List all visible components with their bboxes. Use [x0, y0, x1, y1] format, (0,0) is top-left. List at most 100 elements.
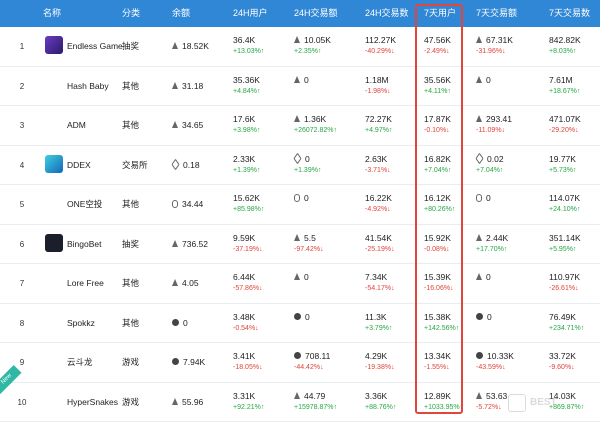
adm-logo[interactable] — [45, 115, 63, 133]
dapp-name-link[interactable]: HyperSnakes — [67, 383, 118, 422]
dapp-name-link[interactable]: BingoBet — [67, 225, 102, 264]
24h-users-change: +4.84%↑ — [233, 87, 261, 95]
col-header-name[interactable]: 名称 — [43, 0, 61, 27]
table-row[interactable]: 5 ONE空投 其他 34.44 15.62K +85.98%↑ 0 16.22K -4.92%… — [0, 185, 600, 225]
col-header-24h-users[interactable]: 24H用户 — [233, 0, 268, 27]
one-airdrop-logo[interactable] — [45, 194, 63, 212]
bingobet-logo[interactable] — [45, 233, 63, 252]
24h-users-value: 6.44K — [233, 272, 256, 282]
7d-volume-change: -5.72%↓ — [476, 403, 502, 411]
rank-number: 4 — [19, 160, 25, 170]
category-label: 游戏 — [122, 396, 140, 407]
dapp-name-link[interactable]: Hash Baby — [67, 67, 109, 106]
table-row[interactable]: 7 Lore Free 其他 4.05 6.44K -57.86%↓ 0 7.34K -54.1… — [0, 264, 600, 304]
dapp-ranking-table: 名称 分类 余额 24H用户 24H交易额 24H交易数 7天用户 7天交易额 … — [0, 0, 600, 422]
24h-users-value: 2.33K — [233, 153, 256, 164]
24h-tx-value: 4.29K — [365, 351, 388, 361]
eth-chain-icon — [172, 397, 178, 405]
7d-tx-change: -26.61%↓ — [549, 285, 579, 292]
hash-baby-logo[interactable] — [45, 75, 63, 94]
dapp-name-link[interactable]: Lore Free — [67, 264, 104, 303]
yundoulong-logo[interactable] — [45, 352, 63, 370]
eth-chain-icon — [172, 42, 178, 49]
balance-value: 0.18 — [171, 146, 200, 185]
table-row[interactable]: 4 DDEX 交易所 0.18 2.33K +1.39%↑ 0 +1.39%↑ 2.63K -3.… — [0, 145, 600, 185]
24h-tx-value: 16.22K — [365, 193, 392, 203]
24h-volume: 0 — [294, 67, 356, 106]
7d-users-value: 13.34K — [424, 351, 451, 361]
rank-number: 1 — [19, 42, 25, 51]
dapp-name-link[interactable]: 云斗龙 — [67, 343, 93, 382]
7d-tx: 110.97K -26.61%↓ — [549, 264, 600, 303]
24h-tx-value: 11.3K — [365, 311, 387, 322]
24h-users-change: -57.86%↓ — [233, 285, 263, 292]
dapp-name-link[interactable]: ADM — [67, 106, 86, 145]
eth-chain-icon — [294, 233, 300, 241]
col-header-24h-volume[interactable]: 24H交易额 — [294, 0, 338, 27]
col-header-24h-tx[interactable]: 24H交易数 — [365, 0, 409, 27]
7d-volume-value: 10.33K — [487, 351, 514, 361]
col-header-7d-tx[interactable]: 7天交易数 — [549, 0, 590, 27]
dapp-name-link[interactable]: Endless Game — [67, 27, 123, 66]
7d-volume: 0 — [476, 185, 538, 224]
24h-volume-value: 708.11 — [305, 351, 331, 361]
7d-users-change: -16.06%↓ — [424, 285, 454, 292]
7d-volume-change: -43.59%↓ — [476, 364, 506, 371]
rank-number: 7 — [19, 279, 25, 288]
col-header-7d-volume[interactable]: 7天交易额 — [476, 0, 517, 27]
tron-chain-icon — [171, 158, 180, 170]
table-row[interactable]: 2 Hash Baby 其他 31.18 35.36K +4.84%↑ 0 1.18M -1.9… — [0, 66, 600, 106]
7d-tx: 842.82K +8.03%↑ — [549, 27, 600, 66]
table-row[interactable]: 1 Endless Game 抽奖 18.52K 36.4K +13.03%↑ 10.05K… — [0, 27, 600, 67]
24h-users: 6.44K -57.86%↓ — [233, 264, 295, 303]
7d-tx-value: 33.72K — [549, 351, 576, 361]
eos-chain-icon — [172, 200, 178, 208]
24h-tx: 41.54K -25.19%↓ — [365, 225, 427, 264]
24h-users-change: +92.21%↑ — [233, 403, 265, 411]
dapp-name-link[interactable]: ONE空投 — [67, 185, 102, 224]
dapp-name-link[interactable]: Spokkz — [67, 304, 95, 343]
24h-tx-value: 1.18M — [365, 74, 389, 85]
dapp-name-link[interactable]: DDEX — [67, 146, 91, 185]
lore-free-logo[interactable] — [45, 273, 63, 291]
7d-volume-value: 0 — [487, 311, 492, 322]
7d-volume-value: 0 — [486, 74, 491, 85]
24h-volume-change: -44.42%↓ — [294, 364, 324, 371]
24h-users-change: -18.05%↓ — [233, 364, 263, 371]
rank-number: 10 — [17, 397, 27, 407]
7d-tx-change: +24.10%↑ — [549, 206, 581, 213]
7d-users-value: 16.12K — [424, 193, 451, 203]
eth-chain-icon — [294, 36, 300, 43]
24h-users-change: -0.54%↓ — [233, 324, 259, 332]
hypersnakes-logo[interactable] — [45, 391, 63, 410]
24h-tx: 1.18M -1.98%↓ — [365, 67, 427, 106]
7d-tx: 19.77K +5.73%↑ — [549, 146, 600, 185]
balance-amount: 34.65 — [182, 120, 204, 130]
7d-volume-change: -31.96%↓ — [476, 48, 506, 55]
7d-users-value: 15.92K — [424, 232, 451, 243]
col-header-category[interactable]: 分类 — [122, 0, 140, 27]
col-header-balance[interactable]: 余额 — [172, 0, 190, 27]
table-row[interactable]: 8 Spokkz 其他 0 3.48K -0.54%↓ 0 11.3K +3.79%↑ 15.38… — [0, 303, 600, 343]
table-row[interactable]: 3 ADM 其他 34.65 17.6K +3.98%↑ 1.36K +26072.82%↑ 7… — [0, 106, 600, 146]
ont-chain-icon — [294, 352, 301, 359]
ddex-logo[interactable] — [45, 154, 63, 173]
7d-tx: 33.72K -9.60%↓ — [549, 343, 600, 382]
table-row[interactable]: 9 云斗龙 游戏 7.94K 3.41K -18.05%↓ 708.11 -44.42%↓ 4.… — [0, 343, 600, 383]
table-row[interactable]: 6 BingoBet 抽奖 736.52 9.59K -37.19%↓ 5.5 -97.42%… — [0, 224, 600, 264]
7d-volume-value: 0.02 — [487, 153, 504, 164]
rank-number: 5 — [19, 200, 25, 209]
balance-value: 4.05 — [172, 264, 199, 303]
category-label: 游戏 — [122, 357, 140, 367]
7d-tx-change: -9.60%↓ — [549, 364, 575, 371]
col-header-7d-users[interactable]: 7天用户 — [424, 0, 456, 27]
endless-game-logo[interactable] — [45, 36, 63, 54]
ont-chain-icon — [172, 318, 179, 326]
spokkz-logo[interactable] — [45, 312, 63, 331]
7d-users-change: -0.08%↓ — [424, 245, 450, 253]
24h-tx-change: -40.29%↓ — [365, 48, 395, 55]
ont-chain-icon — [476, 352, 483, 359]
category-label: 其他 — [122, 80, 140, 91]
balance-amount: 18.52K — [182, 41, 209, 51]
24h-volume-change: +1.39%↑ — [294, 166, 322, 174]
